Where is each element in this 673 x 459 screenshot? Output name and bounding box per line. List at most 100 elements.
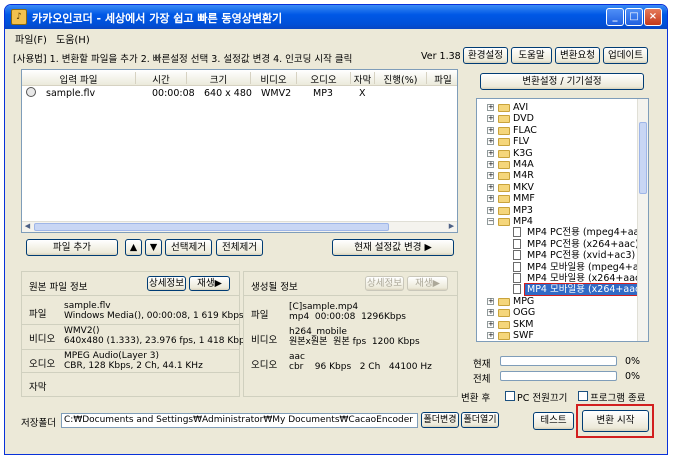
col-time[interactable]: 시간	[136, 72, 187, 86]
expand-icon[interactable]: +	[487, 183, 494, 191]
col-video[interactable]: 비디오	[251, 72, 297, 86]
source-detail-button[interactable]: 상세정보	[147, 276, 186, 291]
tree-folder[interactable]: + MMF	[477, 193, 637, 204]
start-convert-button[interactable]: 변환 시작	[582, 410, 649, 432]
expand-icon[interactable]: +	[487, 195, 494, 203]
tree-folder[interactable]: + FLV	[477, 136, 637, 147]
usage-instructions: [사용법] 1. 변환할 파일을 추가 2. 빠른설정 선택 3. 설정값 변경…	[13, 54, 353, 65]
settings-button[interactable]: 환경설정	[463, 47, 508, 64]
expand-icon[interactable]: +	[487, 206, 494, 214]
col-audio[interactable]: 오디오	[297, 72, 351, 86]
row-audio: MP3	[313, 88, 333, 99]
scroll-left-icon[interactable]: ◀	[22, 222, 33, 232]
tree-folder[interactable]: + MP3	[477, 205, 637, 216]
expand-icon[interactable]: +	[487, 138, 494, 146]
open-folder-button[interactable]: 폴더열기	[461, 412, 499, 428]
expand-icon[interactable]: +	[487, 104, 494, 111]
col-file[interactable]: 파일	[427, 72, 459, 86]
expand-icon[interactable]: +	[487, 297, 494, 305]
minimize-button[interactable]: _	[606, 8, 624, 26]
expand-icon[interactable]: +	[487, 320, 494, 328]
save-folder-path[interactable]: C:₩Documents and Settings₩Administrator₩…	[61, 413, 418, 428]
col-input-file[interactable]: 입력 파일	[22, 72, 136, 86]
folder-icon	[498, 126, 510, 135]
divider	[22, 372, 239, 373]
pc-off-checkbox[interactable]	[505, 391, 515, 401]
pc-off-label[interactable]: PC 전원끄기	[517, 390, 567, 404]
vertical-scrollbar[interactable]	[637, 99, 648, 341]
tree-folder[interactable]: + MPG	[477, 296, 637, 307]
tree-item[interactable]: MP4 모바일용 (x264+aac)	[477, 283, 647, 297]
app-window: ♪ 카카오인코더 - 세상에서 가장 쉽고 빠른 동영상변환기 _ □ × 파일…	[4, 4, 668, 455]
remove-all-button[interactable]: 전체제거	[216, 239, 263, 256]
save-folder-label: 저장폴더	[21, 418, 56, 429]
tree-item[interactable]: MP4 모바일용 (x264+aac) Ba	[477, 273, 648, 284]
maximize-button[interactable]: □	[625, 8, 643, 26]
tree-label: M4R	[513, 170, 534, 182]
add-file-button[interactable]: 파일 추가	[26, 239, 118, 256]
expand-icon[interactable]: +	[487, 126, 494, 134]
tree-folder[interactable]: + DVD	[477, 113, 637, 124]
tree-item[interactable]: MP4 모바일용 (mpeg4+aac)	[477, 261, 648, 273]
current-progress-value: 0%	[625, 356, 641, 367]
tree-folder[interactable]: + SKM	[477, 319, 637, 330]
preset-settings-button[interactable]: 변환설정 / 기기설정	[480, 73, 644, 90]
col-progress[interactable]: 진행(%)	[375, 72, 427, 86]
tree-label: M4A	[513, 159, 534, 170]
expand-icon[interactable]: +	[487, 115, 494, 123]
output-info-header: 생성될 정보 상세정보 재생▶	[244, 272, 457, 296]
tree-folder[interactable]: + K3G	[477, 148, 637, 159]
scroll-right-icon[interactable]: ▶	[446, 222, 457, 232]
change-folder-button[interactable]: 폴더변경	[421, 412, 459, 428]
expand-icon[interactable]: +	[487, 332, 494, 339]
document-icon	[513, 261, 521, 272]
horizontal-scrollbar[interactable]: ◀ ▶	[22, 221, 457, 232]
expand-icon[interactable]: +	[487, 149, 494, 157]
request-button[interactable]: 변환요청	[555, 47, 600, 64]
title-bar[interactable]: ♪ 카카오인코더 - 세상에서 가장 쉽고 빠른 동영상변환기 _ □ ×	[5, 5, 667, 29]
help-button[interactable]: 도움말	[511, 47, 552, 64]
tree-folder[interactable]: + FLAC	[477, 125, 637, 136]
menu-help[interactable]: 도움(H)	[56, 31, 90, 46]
tree-item[interactable]: MP4 PC전용 (xvid+ac3)	[477, 250, 637, 261]
menu-file[interactable]: 파일(F)	[15, 31, 47, 46]
tree-label: MMF	[513, 193, 535, 205]
tree-folder[interactable]: + AVI	[477, 102, 637, 113]
preset-tree[interactable]: + AVI + DVD + FLAC + FLV + K3G + M4A + M4R + MKV + MMF + MP…	[476, 98, 649, 342]
row-subtitle: X	[359, 88, 366, 99]
tree-label: DVD	[513, 113, 534, 125]
col-subtitle[interactable]: 자막	[351, 72, 375, 86]
file-list[interactable]: 입력 파일 시간 크기 비디오 오디오 자막 진행(%) 파일 sample.f…	[21, 69, 458, 233]
apply-settings-button[interactable]: 현재 설정값 변경 ▶	[332, 239, 454, 256]
output-play-button[interactable]: 재생▶	[407, 276, 448, 291]
output-detail-button[interactable]: 상세정보	[365, 276, 404, 291]
tree-folder[interactable]: + MKV	[477, 182, 637, 193]
exit-program-label[interactable]: 프로그램 종료	[590, 390, 645, 404]
tree-folder[interactable]: + OGG	[477, 307, 637, 318]
current-progress-bar	[500, 356, 617, 366]
tree-folder[interactable]: + M4A	[477, 159, 637, 170]
source-play-button[interactable]: 재생▶	[189, 276, 230, 291]
total-progress-value: 0%	[625, 371, 641, 382]
remove-selected-button[interactable]: 선택제거	[165, 239, 212, 256]
tree-folder[interactable]: + M4R	[477, 170, 637, 181]
test-button[interactable]: 테스트	[533, 412, 574, 430]
tree-item[interactable]: MP4 PC전용 (mpeg4+aac)	[477, 227, 648, 238]
source-audio-label: 오디오	[29, 359, 56, 370]
expand-icon[interactable]: +	[487, 172, 494, 180]
collapse-icon[interactable]: −	[487, 218, 494, 225]
exit-program-checkbox[interactable]	[578, 391, 588, 401]
tree-folder[interactable]: − MP4	[477, 216, 637, 227]
update-button[interactable]: 업데이트	[603, 47, 648, 64]
move-down-button[interactable]: ▼	[145, 239, 162, 256]
expand-icon[interactable]: +	[487, 161, 494, 168]
scroll-thumb[interactable]	[34, 223, 389, 231]
col-size[interactable]: 크기	[187, 72, 251, 86]
tree-folder[interactable]: + SWF	[477, 330, 637, 341]
close-button[interactable]: ×	[644, 8, 662, 26]
expand-icon[interactable]: +	[487, 309, 494, 317]
document-icon	[513, 238, 521, 249]
move-up-button[interactable]: ▲	[125, 239, 142, 256]
tree-item[interactable]: MP4 PC전용 (x264+aac)	[477, 238, 639, 250]
scroll-thumb[interactable]	[639, 122, 647, 194]
